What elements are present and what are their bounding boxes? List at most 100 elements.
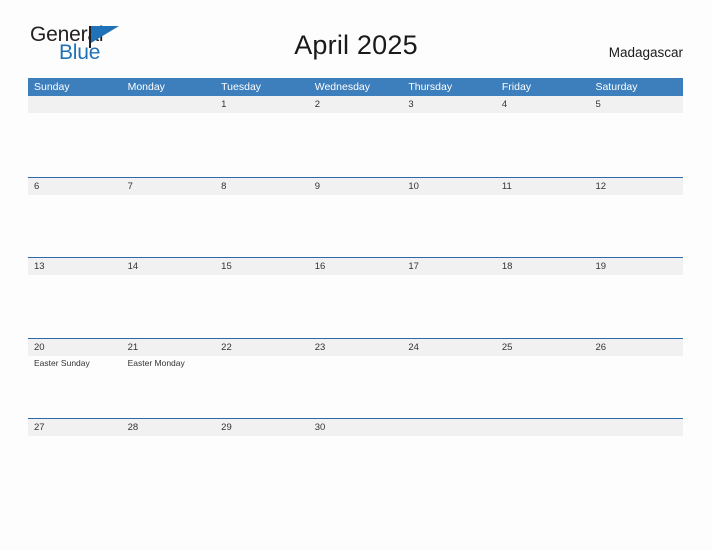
day-number: 12 bbox=[595, 180, 607, 192]
day-events bbox=[221, 356, 309, 358]
day-events bbox=[34, 195, 122, 197]
day-cell[interactable]: 1 bbox=[215, 96, 309, 177]
day-number: 19 bbox=[595, 261, 607, 272]
weekday-header-wednesday: Wednesday bbox=[314, 81, 370, 93]
day-number: 14 bbox=[127, 261, 139, 272]
day-cell[interactable]: 9 bbox=[309, 178, 403, 258]
day-number: 29 bbox=[221, 422, 232, 433]
day-number: 7 bbox=[127, 180, 133, 192]
day-number: 8 bbox=[221, 180, 227, 192]
day-events: Easter Sunday bbox=[34, 356, 122, 369]
holiday-event-label: Easter Monday bbox=[127, 357, 185, 368]
day-number: 30 bbox=[314, 422, 326, 433]
day-number: 17 bbox=[408, 261, 419, 272]
day-events bbox=[408, 113, 496, 115]
day-cell[interactable]: 14 bbox=[122, 258, 216, 338]
day-cell-empty bbox=[122, 96, 216, 177]
day-cell[interactable]: 25 bbox=[496, 339, 590, 419]
day-number: 25 bbox=[501, 341, 513, 353]
holiday-event-label: Easter Sunday bbox=[34, 357, 90, 368]
day-events bbox=[128, 275, 216, 277]
weekday-header-saturday: Saturday bbox=[595, 81, 638, 93]
day-events bbox=[128, 436, 216, 438]
day-cell[interactable]: 22 bbox=[215, 339, 309, 419]
day-cell-empty bbox=[496, 419, 590, 499]
day-events bbox=[502, 195, 590, 197]
calendar-grid: Sunday Monday Tuesday Wednesday Thursday… bbox=[28, 78, 683, 499]
day-events bbox=[34, 113, 122, 115]
day-events bbox=[408, 436, 496, 438]
day-events bbox=[221, 195, 309, 197]
day-cell[interactable]: 26 bbox=[589, 339, 683, 419]
weekday-header-tuesday: Tuesday bbox=[221, 81, 262, 93]
day-number: 16 bbox=[314, 261, 326, 272]
day-events bbox=[128, 113, 216, 115]
day-events bbox=[221, 436, 309, 438]
page-title: April 2025 bbox=[294, 30, 418, 60]
week-cells: 6 7 8 9 10 11 12 bbox=[28, 178, 683, 258]
day-events bbox=[221, 113, 309, 115]
weekday-header-friday: Friday bbox=[501, 81, 532, 93]
day-events bbox=[502, 436, 590, 438]
day-events bbox=[315, 356, 403, 358]
day-number: 20 bbox=[34, 341, 45, 353]
day-events bbox=[502, 113, 590, 115]
day-cell-empty bbox=[28, 96, 122, 177]
day-cell[interactable]: 24 bbox=[402, 339, 496, 419]
day-number: 27 bbox=[34, 422, 45, 433]
day-cell[interactable]: 5 bbox=[589, 96, 683, 177]
day-cell[interactable]: 27 bbox=[28, 419, 122, 499]
day-cell[interactable]: 21 Easter Monday bbox=[122, 339, 216, 419]
day-number: 26 bbox=[595, 341, 607, 353]
calendar-week-row: 20 Easter Sunday 21 Easter Monday 22 23 24 25 26 bbox=[28, 337, 683, 419]
day-events bbox=[502, 275, 590, 277]
day-number: 6 bbox=[34, 180, 40, 192]
day-events bbox=[315, 436, 403, 438]
day-number: 11 bbox=[501, 180, 512, 192]
day-number: 3 bbox=[408, 99, 414, 110]
day-cell[interactable]: 11 bbox=[496, 178, 590, 258]
day-number: 2 bbox=[314, 99, 321, 110]
page-header: General Blue April 2025 Madagascar bbox=[0, 0, 712, 64]
day-number: 21 bbox=[127, 341, 139, 353]
day-events bbox=[408, 275, 496, 277]
day-events bbox=[595, 356, 683, 358]
day-events bbox=[315, 195, 403, 197]
day-number: 9 bbox=[314, 180, 321, 192]
day-cell[interactable]: 13 bbox=[28, 258, 122, 338]
day-cell[interactable]: 19 bbox=[589, 258, 683, 338]
day-number: 10 bbox=[408, 180, 419, 192]
day-events bbox=[34, 275, 122, 277]
day-cell[interactable]: 17 bbox=[402, 258, 496, 338]
day-cell[interactable]: 28 bbox=[122, 419, 216, 499]
day-number: 1 bbox=[221, 99, 227, 110]
day-cell[interactable]: 10 bbox=[402, 178, 496, 258]
day-number: 18 bbox=[501, 261, 513, 272]
day-number: 15 bbox=[221, 261, 232, 272]
day-cell[interactable]: 2 bbox=[309, 96, 403, 177]
day-cell[interactable]: 15 bbox=[215, 258, 309, 338]
day-events: Easter Monday bbox=[128, 356, 216, 369]
day-cell[interactable]: 18 bbox=[496, 258, 590, 338]
day-events bbox=[34, 436, 122, 438]
day-number: 28 bbox=[127, 422, 139, 433]
day-events bbox=[315, 275, 403, 277]
day-cell[interactable]: 20 Easter Sunday bbox=[28, 339, 122, 419]
day-cell[interactable]: 29 bbox=[215, 419, 309, 499]
day-cell[interactable]: 8 bbox=[215, 178, 309, 258]
day-cell[interactable]: 30 bbox=[309, 419, 403, 499]
day-events bbox=[408, 195, 496, 197]
weekday-header-thursday: Thursday bbox=[408, 81, 453, 93]
week-cells: 27 28 29 30 bbox=[28, 419, 683, 499]
day-events bbox=[221, 275, 309, 277]
day-cell[interactable]: 3 bbox=[402, 96, 496, 177]
day-cell[interactable]: 4 bbox=[496, 96, 590, 177]
day-cell[interactable]: 7 bbox=[122, 178, 216, 258]
day-cell[interactable]: 12 bbox=[589, 178, 683, 258]
day-cell[interactable]: 16 bbox=[309, 258, 403, 338]
day-cell[interactable]: 6 bbox=[28, 178, 122, 258]
day-cell[interactable]: 23 bbox=[309, 339, 403, 419]
week-cells: 20 Easter Sunday 21 Easter Monday 22 23 24 25 26 bbox=[28, 339, 683, 419]
day-events bbox=[595, 195, 683, 197]
day-number: 22 bbox=[221, 341, 232, 353]
